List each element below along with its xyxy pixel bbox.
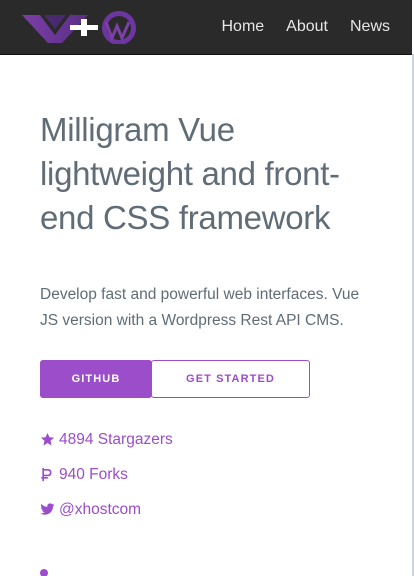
partial-list-icon [40, 569, 48, 576]
twitter-handle: @xhostcom [59, 500, 142, 518]
star-icon [40, 432, 58, 447]
twitter-link[interactable]: @xhostcom [40, 492, 392, 527]
github-button[interactable]: GITHUB [40, 360, 152, 398]
stargazers-count: 4894 Stargazers [59, 430, 173, 448]
get-started-button[interactable]: GET STARTED [151, 360, 310, 398]
hero-description: Develop fast and powerful web interfaces… [40, 286, 360, 329]
fork-icon [40, 467, 58, 482]
vue-wordpress-logo-icon[interactable] [22, 10, 144, 44]
nav-about-link[interactable]: About [286, 18, 328, 36]
twitter-icon [40, 503, 58, 516]
hero-section: Milligram Vue lightweight and front-end … [40, 54, 392, 527]
nav-home-link[interactable]: Home [221, 18, 264, 36]
repo-stats: 4894 Stargazers 940 Forks @xhostcom [40, 422, 392, 527]
stargazers-link[interactable]: 4894 Stargazers [40, 422, 392, 457]
hero-buttons: GITHUB GET STARTED [40, 360, 392, 398]
app-frame: Home About News Milligram Vue lightweigh… [0, 0, 414, 576]
forks-count: 940 Forks [59, 465, 128, 483]
main-nav: Home About News [221, 0, 390, 54]
forks-link[interactable]: 940 Forks [40, 457, 392, 492]
hero-title: Milligram Vue lightweight and front-end … [40, 111, 340, 236]
nav-news-link[interactable]: News [350, 18, 390, 36]
top-navbar: Home About News [0, 0, 412, 55]
